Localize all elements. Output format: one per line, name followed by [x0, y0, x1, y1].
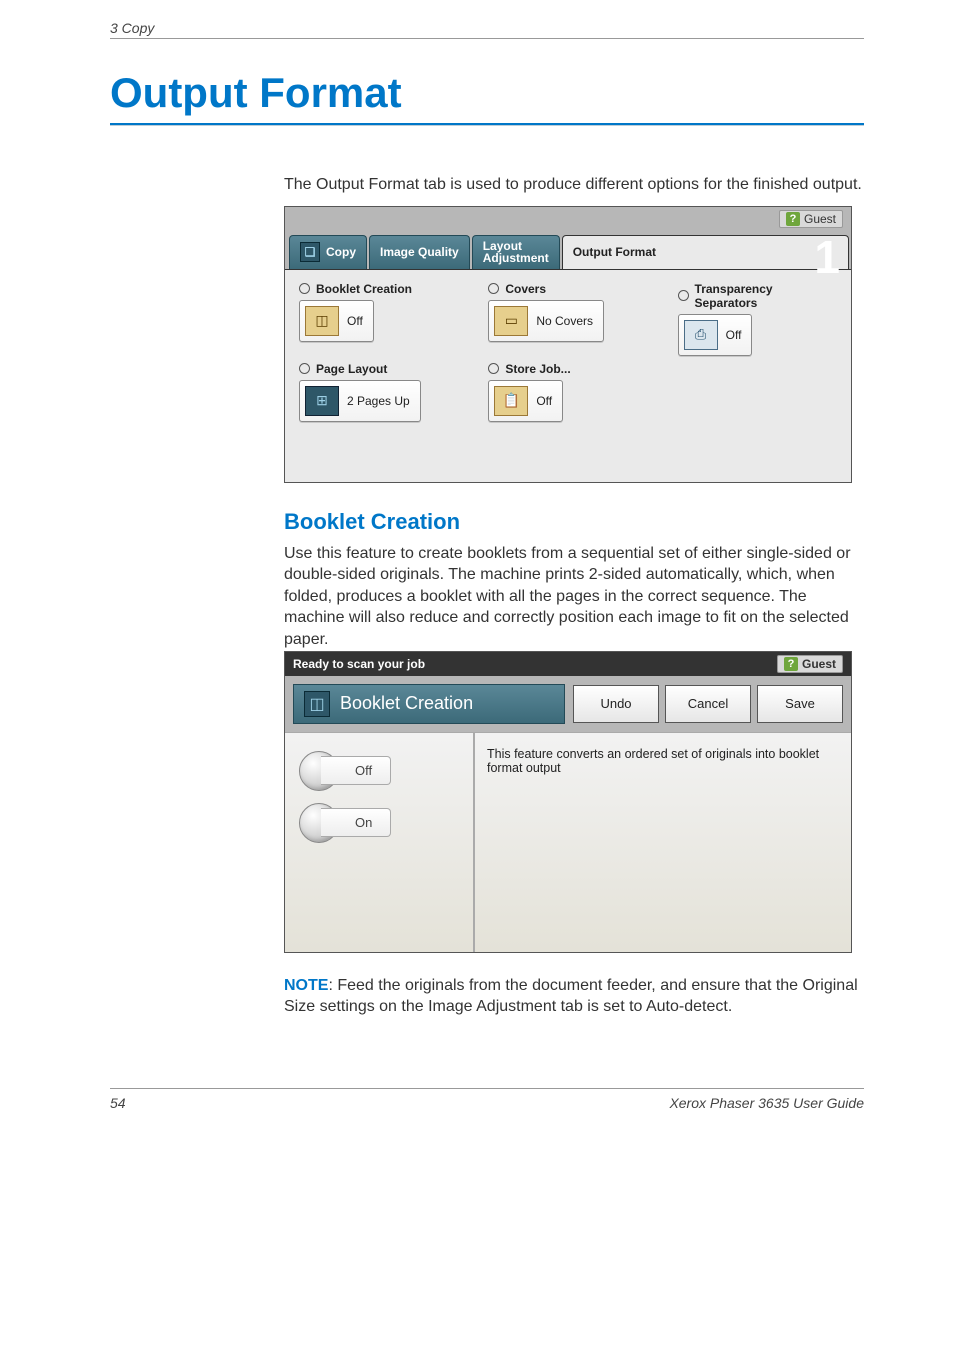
output-format-panel: ? Guest ❏ Copy Image Quality Layout Adju… — [284, 206, 852, 483]
group-store-job[interactable]: Store Job... — [488, 362, 647, 376]
group-page-layout[interactable]: Page Layout — [299, 362, 458, 376]
footer-rule: 54 Xerox Phaser 3635 User Guide — [110, 1088, 864, 1111]
tab-copy[interactable]: ❏ Copy — [289, 235, 367, 269]
callout-number: 1 — [814, 230, 840, 284]
intro-paragraph: The Output Format tab is used to produce… — [284, 174, 864, 196]
section-heading-booklet-creation: Booklet Creation — [284, 509, 864, 535]
guest-chip[interactable]: ? Guest — [779, 210, 843, 228]
radio-icon — [299, 283, 310, 294]
tile-booklet-creation-value: Off — [347, 314, 363, 328]
toggle-on[interactable]: On — [299, 803, 459, 843]
group-covers-label: Covers — [505, 282, 546, 296]
running-header-rule — [110, 38, 864, 39]
dialog-header: ◫ Booklet Creation Undo Cancel Save — [285, 676, 851, 732]
running-header: 3 Copy — [110, 20, 864, 36]
group-page-layout-label: Page Layout — [316, 362, 387, 376]
copy-icon: ❏ — [300, 242, 320, 262]
guest-label: Guest — [802, 657, 836, 671]
dialog-description: This feature converts an ordered set of … — [475, 733, 851, 952]
tile-covers[interactable]: ▭ No Covers — [488, 300, 604, 342]
tile-page-layout[interactable]: ⊞ 2 Pages Up — [299, 380, 421, 422]
note-body: : Feed the originals from the document f… — [284, 977, 858, 1016]
note-label: NOTE — [284, 977, 328, 994]
undo-button[interactable]: Undo — [573, 685, 659, 723]
toggle-on-label: On — [321, 808, 391, 837]
status-text: Ready to scan your job — [293, 657, 425, 671]
tab-image-quality-label: Image Quality — [380, 245, 459, 259]
dialog-left-pane: Off On — [285, 733, 475, 952]
panel-body: Booklet Creation ◫ Off Page Layout ⊞ — [285, 269, 851, 482]
group-store-job-label: Store Job... — [505, 362, 570, 376]
tabs-row: ❏ Copy Image Quality Layout Adjustment O… — [285, 231, 851, 269]
help-icon[interactable]: ? — [784, 657, 798, 671]
group-booklet-creation[interactable]: Booklet Creation — [299, 282, 458, 296]
tile-covers-value: No Covers — [536, 314, 593, 328]
tile-transparency[interactable]: ⎙ Off — [678, 314, 753, 356]
tab-output-format-label: Output Format — [573, 245, 656, 259]
save-button[interactable]: Save — [757, 685, 843, 723]
cancel-button[interactable]: Cancel — [665, 685, 751, 723]
toggle-off[interactable]: Off — [299, 751, 459, 791]
page-number: 54 — [110, 1095, 126, 1111]
dialog-title-text: Booklet Creation — [340, 693, 473, 714]
group-booklet-creation-label: Booklet Creation — [316, 282, 412, 296]
radio-icon — [488, 363, 499, 374]
radio-icon — [488, 283, 499, 294]
group-covers[interactable]: Covers — [488, 282, 647, 296]
guest-label: Guest — [804, 212, 836, 226]
tile-transparency-value: Off — [726, 328, 742, 342]
dialog-status-bar: Ready to scan your job ? Guest — [285, 652, 851, 676]
guest-chip[interactable]: ? Guest — [777, 655, 843, 673]
title-double-rule — [110, 123, 864, 126]
tab-layout-adjustment[interactable]: Layout Adjustment — [472, 235, 560, 269]
tab-output-format[interactable]: Output Format 1 — [562, 235, 849, 269]
page-layout-icon: ⊞ — [305, 386, 339, 416]
transparency-icon: ⎙ — [684, 320, 718, 350]
store-job-icon: 📋 — [494, 386, 528, 416]
section-body-text: Use this feature to create booklets from… — [284, 543, 864, 651]
panel-titlebar: ? Guest — [285, 207, 851, 231]
toggle-off-label: Off — [321, 756, 391, 785]
booklet-icon: ◫ — [305, 306, 339, 336]
tile-store-job-value: Off — [536, 394, 552, 408]
tab-copy-label: Copy — [326, 245, 356, 259]
tab-image-quality[interactable]: Image Quality — [369, 235, 470, 269]
tile-page-layout-value: 2 Pages Up — [347, 394, 410, 408]
dialog-title: ◫ Booklet Creation — [293, 684, 565, 724]
page-title: Output Format — [110, 69, 864, 117]
group-transparency-label: Transparency Separators — [695, 282, 837, 310]
tile-booklet-creation[interactable]: ◫ Off — [299, 300, 374, 342]
booklet-creation-dialog: Ready to scan your job ? Guest ◫ Booklet… — [284, 651, 852, 953]
booklet-icon: ◫ — [304, 691, 330, 717]
help-icon[interactable]: ? — [786, 212, 800, 226]
tab-layout-label-line2: Adjustment — [483, 252, 549, 265]
book-title: Xerox Phaser 3635 User Guide — [669, 1095, 864, 1111]
covers-icon: ▭ — [494, 306, 528, 336]
note-paragraph: NOTE: Feed the originals from the docume… — [284, 975, 864, 1018]
radio-icon — [678, 290, 689, 301]
group-transparency-separators[interactable]: Transparency Separators — [678, 282, 837, 310]
tile-store-job[interactable]: 📋 Off — [488, 380, 563, 422]
radio-icon — [299, 363, 310, 374]
